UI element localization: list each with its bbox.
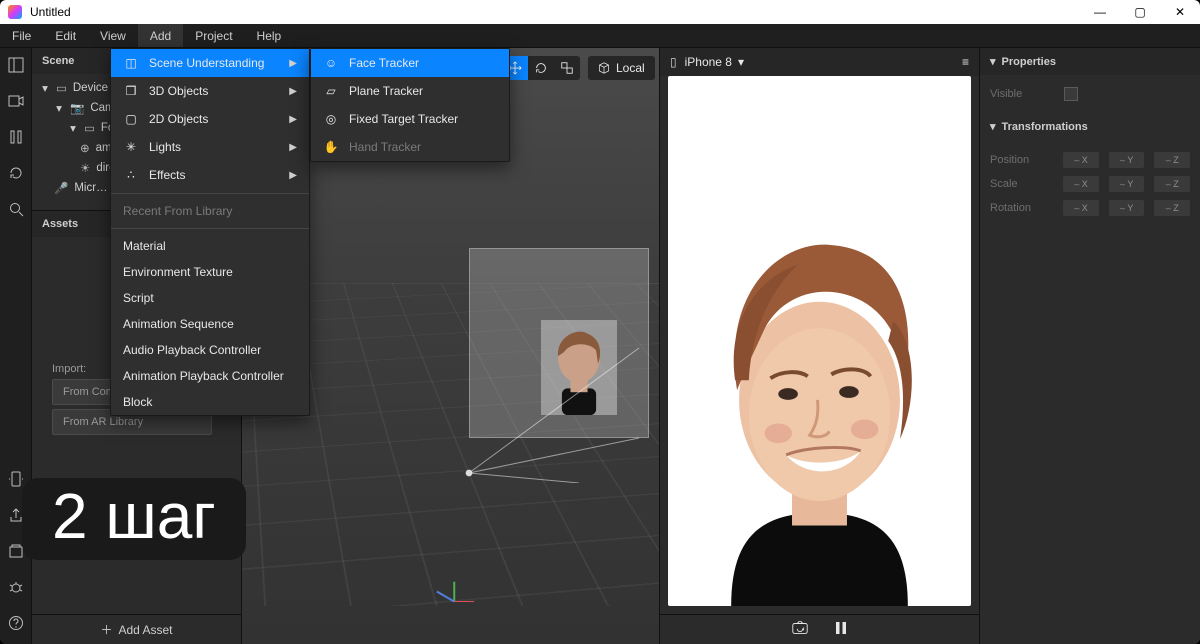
lights-item[interactable]: ✳Lights▶ bbox=[111, 133, 309, 161]
camera-feed-face bbox=[668, 76, 971, 606]
video-icon[interactable] bbox=[7, 92, 25, 110]
light-icon: ✳ bbox=[123, 139, 139, 155]
content-area: Scene ▾▭Device ▾📷Cam… ▾▭Fo… ⊕ambie… ☀dir… bbox=[0, 48, 1200, 644]
effects-icon: ∴ bbox=[123, 167, 139, 183]
fixed-target-tracker-item[interactable]: ◎Fixed Target Tracker bbox=[311, 105, 509, 133]
menu-view[interactable]: View bbox=[88, 24, 138, 47]
menu-file[interactable]: File bbox=[0, 24, 43, 47]
overlay-caption: 2 шаг bbox=[22, 478, 246, 560]
block-item[interactable]: Block bbox=[111, 389, 309, 415]
position-row: Position – X – Y – Z bbox=[990, 148, 1190, 172]
window-controls: — ▢ ✕ bbox=[1080, 0, 1200, 24]
add-menu-dropdown: ◫ Scene Understanding▶ ❒3D Objects▶ ▢2D … bbox=[110, 48, 310, 416]
2d-objects-item[interactable]: ▢2D Objects▶ bbox=[111, 105, 309, 133]
search-icon[interactable] bbox=[7, 200, 25, 218]
position-z-input[interactable]: – Z bbox=[1154, 152, 1190, 168]
refresh-icon[interactable] bbox=[7, 164, 25, 182]
rotation-z-input[interactable]: – Z bbox=[1154, 200, 1190, 216]
app-logo-icon bbox=[8, 5, 22, 19]
menu-edit[interactable]: Edit bbox=[43, 24, 88, 47]
rotate-tool-button[interactable] bbox=[528, 56, 554, 80]
titlebar: Untitled — ▢ ✕ bbox=[0, 0, 1200, 24]
layout-icon[interactable] bbox=[7, 56, 25, 74]
scale-row: Scale – X – Y – Z bbox=[990, 172, 1190, 196]
face-tracker-icon: ☺ bbox=[323, 55, 339, 71]
position-x-input[interactable]: – X bbox=[1063, 152, 1099, 168]
viewport-toolbar: Local bbox=[502, 56, 655, 80]
material-item[interactable]: Material bbox=[111, 233, 309, 259]
device-icon[interactable] bbox=[7, 470, 25, 488]
menu-project[interactable]: Project bbox=[183, 24, 244, 47]
device-select[interactable]: iPhone 8 ▾ bbox=[685, 55, 954, 69]
plus-icon: ＋ bbox=[100, 621, 112, 638]
rotation-row: Rotation – X – Y – Z bbox=[990, 196, 1190, 220]
bug-icon[interactable] bbox=[7, 578, 25, 596]
target-tracker-icon: ◎ bbox=[323, 111, 339, 127]
chevron-down-icon: ▾ bbox=[738, 55, 744, 69]
scene-understanding-submenu: ☺Face Tracker ▱Plane Tracker ◎Fixed Targ… bbox=[310, 48, 510, 162]
cube-icon bbox=[598, 62, 610, 74]
device-preview-screen bbox=[668, 76, 971, 606]
scale-tool-button[interactable] bbox=[554, 56, 580, 80]
face-tracker-item[interactable]: ☺Face Tracker bbox=[311, 49, 509, 77]
environment-texture-item[interactable]: Environment Texture bbox=[111, 259, 309, 285]
preview-options-icon[interactable]: ≡ bbox=[962, 55, 969, 69]
properties-header[interactable]: ▾Properties bbox=[980, 48, 1200, 75]
scale-x-input[interactable]: – X bbox=[1063, 176, 1099, 192]
rotation-y-input[interactable]: – Y bbox=[1109, 200, 1145, 216]
camera-frustum bbox=[459, 343, 649, 483]
plane-tracker-item[interactable]: ▱Plane Tracker bbox=[311, 77, 509, 105]
device-preview-panel: ▯ iPhone 8 ▾ ≡ bbox=[660, 48, 980, 644]
hand-tracker-item: ✋Hand Tracker bbox=[311, 133, 509, 161]
menubar: File Edit View Add Project Help bbox=[0, 24, 1200, 48]
3d-objects-item[interactable]: ❒3D Objects▶ bbox=[111, 77, 309, 105]
window-title: Untitled bbox=[30, 5, 71, 19]
help-icon[interactable] bbox=[7, 614, 25, 632]
camera-switch-icon[interactable] bbox=[791, 619, 809, 640]
assets-footer: ＋ Add Asset bbox=[32, 614, 241, 644]
device-preview-footer bbox=[660, 614, 979, 644]
scene-understanding-icon: ◫ bbox=[123, 55, 139, 71]
menu-add[interactable]: Add bbox=[138, 24, 183, 47]
rotation-x-input[interactable]: – X bbox=[1063, 200, 1099, 216]
scale-z-input[interactable]: – Z bbox=[1154, 176, 1190, 192]
add-asset-button[interactable]: Add Asset bbox=[118, 623, 172, 637]
script-item[interactable]: Script bbox=[111, 285, 309, 311]
square-icon: ▢ bbox=[123, 111, 139, 127]
plane-tracker-icon: ▱ bbox=[323, 83, 339, 99]
app-window: Untitled — ▢ ✕ File Edit View Add Projec… bbox=[0, 0, 1200, 644]
properties-panel: ▾Properties Visible ▾Transformations Pos… bbox=[980, 48, 1200, 644]
visible-checkbox[interactable] bbox=[1064, 87, 1078, 101]
cube-icon: ❒ bbox=[123, 83, 139, 99]
animation-sequence-item[interactable]: Animation Sequence bbox=[111, 311, 309, 337]
transformations-header[interactable]: ▾Transformations bbox=[980, 113, 1200, 140]
recent-from-library-item: Recent From Library bbox=[111, 198, 309, 224]
device-phone-icon: ▯ bbox=[670, 55, 677, 69]
scale-y-input[interactable]: – Y bbox=[1109, 176, 1145, 192]
visible-row: Visible bbox=[990, 83, 1190, 105]
position-y-input[interactable]: – Y bbox=[1109, 152, 1145, 168]
window-maximize-button[interactable]: ▢ bbox=[1120, 0, 1160, 24]
animation-playback-controller-item[interactable]: Animation Playback Controller bbox=[111, 363, 309, 389]
hand-tracker-icon: ✋ bbox=[323, 139, 339, 155]
axis-gizmo bbox=[454, 568, 488, 602]
scene-understanding-item[interactable]: ◫ Scene Understanding▶ bbox=[111, 49, 309, 77]
audio-playback-controller-item[interactable]: Audio Playback Controller bbox=[111, 337, 309, 363]
effects-item[interactable]: ∴Effects▶ bbox=[111, 161, 309, 189]
pause-columns-icon[interactable] bbox=[7, 128, 25, 146]
window-close-button[interactable]: ✕ bbox=[1160, 0, 1200, 24]
transform-space-toggle[interactable]: Local bbox=[588, 56, 655, 80]
window-minimize-button[interactable]: — bbox=[1080, 0, 1120, 24]
menu-help[interactable]: Help bbox=[245, 24, 294, 47]
pause-icon[interactable] bbox=[833, 620, 849, 639]
device-preview-header: ▯ iPhone 8 ▾ ≡ bbox=[660, 48, 979, 76]
